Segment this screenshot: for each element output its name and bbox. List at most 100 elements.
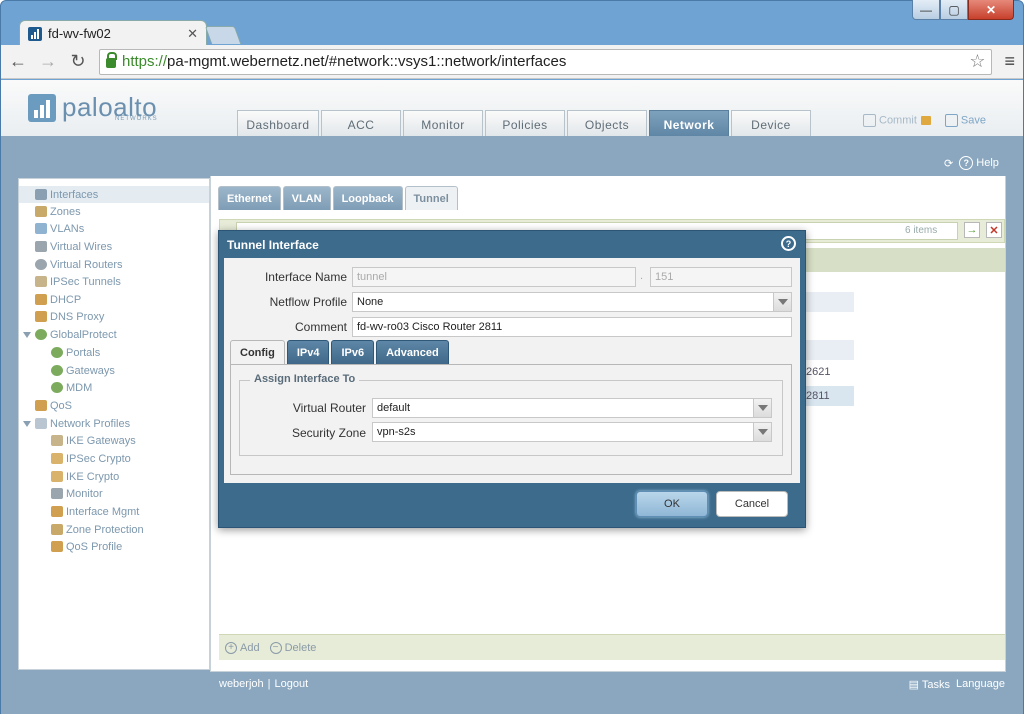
sidebar-item-qos-profile[interactable]: QoS Profile (51, 538, 122, 555)
bookmark-star-icon[interactable]: ☆ (969, 51, 985, 72)
sidebar-item-label: Gateways (66, 364, 115, 377)
interface-subtabs: Ethernet VLAN Loopback Tunnel (218, 186, 458, 210)
sidebar-item-globalprotect[interactable]: GlobalProtect (23, 326, 117, 343)
commit-icon (863, 114, 876, 127)
new-tab-button[interactable] (204, 26, 242, 44)
sidebar-item-zone-protection[interactable]: Zone Protection (51, 521, 144, 538)
netflow-profile-select[interactable]: None (352, 292, 792, 312)
browser-tab[interactable]: fd-wv-fw02 ✕ (19, 20, 207, 46)
interfaces-icon (35, 189, 47, 200)
address-bar[interactable]: https://pa-mgmt.webernetz.net/#network::… (99, 48, 993, 75)
sidebar-item-vlans[interactable]: VLANs (35, 220, 84, 237)
tasks-button[interactable]: ▤ Tasks (909, 678, 950, 691)
tab-device[interactable]: Device (731, 110, 811, 136)
sidebar-item-dhcp[interactable]: DHCP (35, 291, 81, 308)
subtab-ethernet[interactable]: Ethernet (218, 186, 281, 210)
tab-ipv4[interactable]: IPv4 (286, 340, 330, 364)
sidebar-item-portals[interactable]: Portals (51, 344, 100, 361)
grid-actions-bar: + Add − Delete (219, 634, 1005, 660)
collapse-arrow-icon[interactable] (23, 331, 31, 338)
tab-config[interactable]: Config (230, 340, 285, 364)
netflow-profile-label: Netflow Profile (269, 295, 347, 309)
apply-filter-button[interactable]: → (964, 222, 980, 238)
url-scheme: https:// (122, 53, 168, 70)
subtab-loopback[interactable]: Loopback (332, 186, 403, 210)
sidebar-item-ipsec-crypto[interactable]: IPSec Crypto (51, 450, 131, 467)
status-footer: weberjoh | Logout ▤ Tasks Language (1, 672, 1023, 696)
sidebar-item-virtual-routers[interactable]: Virtual Routers (35, 256, 123, 273)
minimize-button[interactable]: — (912, 0, 940, 20)
ok-button[interactable]: OK (636, 491, 708, 517)
browser-menu-icon[interactable]: ≡ (1004, 51, 1015, 72)
virtual-wires-icon (35, 241, 47, 252)
reload-icon[interactable]: ↻ (69, 51, 87, 72)
sidebar-item-ipsec-tunnels[interactable]: IPSec Tunnels (35, 273, 121, 290)
dns-proxy-icon (35, 311, 47, 322)
tab-policies[interactable]: Policies (485, 110, 565, 136)
sidebar-item-qos[interactable]: QoS (35, 397, 72, 414)
sidebar-item-label: QoS (50, 399, 73, 412)
forward-arrow-icon[interactable]: → (39, 51, 57, 72)
sidebar-item-label: Monitor (66, 487, 103, 500)
language-button[interactable]: Language (956, 678, 1005, 690)
table-row[interactable] (800, 292, 854, 312)
sidebar-item-zones[interactable]: Zones (35, 203, 81, 220)
vlans-icon (35, 223, 47, 234)
sidebar-item-label: IPSec Crypto (66, 452, 131, 465)
subtab-vlan[interactable]: VLAN (282, 186, 331, 210)
back-arrow-icon[interactable]: ← (9, 51, 27, 72)
chevron-down-icon[interactable] (753, 423, 771, 441)
chevron-down-icon[interactable] (753, 399, 771, 417)
table-row[interactable] (800, 340, 854, 360)
interface-name-input: tunnel (352, 267, 636, 287)
tasks-label: Tasks (921, 678, 951, 691)
tab-network[interactable]: Network (649, 110, 729, 136)
sidebar-item-dns-proxy[interactable]: DNS Proxy (35, 308, 104, 325)
sidebar-item-gateways[interactable]: Gateways (51, 362, 115, 379)
virtual-router-label: Virtual Router (292, 401, 366, 415)
cancel-button[interactable]: Cancel (716, 491, 788, 517)
chevron-down-icon[interactable] (773, 293, 791, 311)
tab-objects[interactable]: Objects (567, 110, 647, 136)
tab-acc[interactable]: ACC (321, 110, 401, 136)
refresh-icon[interactable]: ⟳ (944, 157, 953, 170)
commit-label: Commit (879, 114, 917, 127)
tab-monitor[interactable]: Monitor (403, 110, 483, 136)
virtual-router-select[interactable]: default (372, 398, 772, 418)
sidebar-item-network-profiles[interactable]: Network Profiles (23, 415, 130, 432)
sidebar-item-interfaces[interactable]: Interfaces (19, 186, 209, 203)
sidebar-item-label: IKE Crypto (66, 470, 120, 483)
logout-link[interactable]: Logout (275, 678, 309, 690)
tab-dashboard[interactable]: Dashboard (237, 110, 319, 136)
sidebar-item-interface-mgmt[interactable]: Interface Mgmt (51, 503, 139, 520)
ike-crypto-icon (51, 471, 63, 482)
maximize-button[interactable]: ▢ (940, 0, 968, 20)
logo-subtext: NETWORKS (115, 116, 158, 122)
sidebar-item-monitor[interactable]: Monitor (51, 485, 103, 502)
sidebar-item-ike-gateways[interactable]: IKE Gateways (51, 432, 136, 449)
dialog-help-icon[interactable]: ? (781, 236, 796, 251)
subtab-tunnel[interactable]: Tunnel (404, 186, 458, 210)
lock-icon[interactable] (920, 116, 931, 125)
comment-input[interactable]: fd-wv-ro03 Cisco Router 2811 (352, 317, 792, 337)
security-zone-select[interactable]: vpn-s2s (372, 422, 772, 442)
dialog-title: Tunnel Interface (227, 238, 319, 252)
help-button[interactable]: ? Help (959, 156, 999, 170)
collapse-arrow-icon[interactable] (23, 420, 31, 427)
sidebar-item-label: Interface Mgmt (66, 505, 140, 518)
sidebar-item-label: QoS Profile (66, 540, 123, 553)
save-button[interactable]: Save (944, 114, 986, 127)
sidebar-item-mdm[interactable]: MDM (51, 379, 92, 396)
tab-ipv6[interactable]: IPv6 (331, 340, 375, 364)
commit-button[interactable]: Commit (863, 114, 931, 127)
tab-advanced[interactable]: Advanced (376, 340, 449, 364)
close-window-button[interactable]: ✕ (968, 0, 1014, 20)
add-button[interactable]: + Add (225, 641, 260, 654)
sidebar-item-ike-crypto[interactable]: IKE Crypto (51, 468, 119, 485)
clear-filter-button[interactable]: ✕ (986, 222, 1002, 238)
sidebar-item-virtual-wires[interactable]: Virtual Wires (35, 238, 112, 255)
close-tab-icon[interactable]: ✕ (187, 26, 198, 42)
delete-button[interactable]: − Delete (269, 641, 316, 654)
interface-separator: . (640, 270, 644, 282)
commit-save-area: Commit Save (863, 114, 986, 127)
